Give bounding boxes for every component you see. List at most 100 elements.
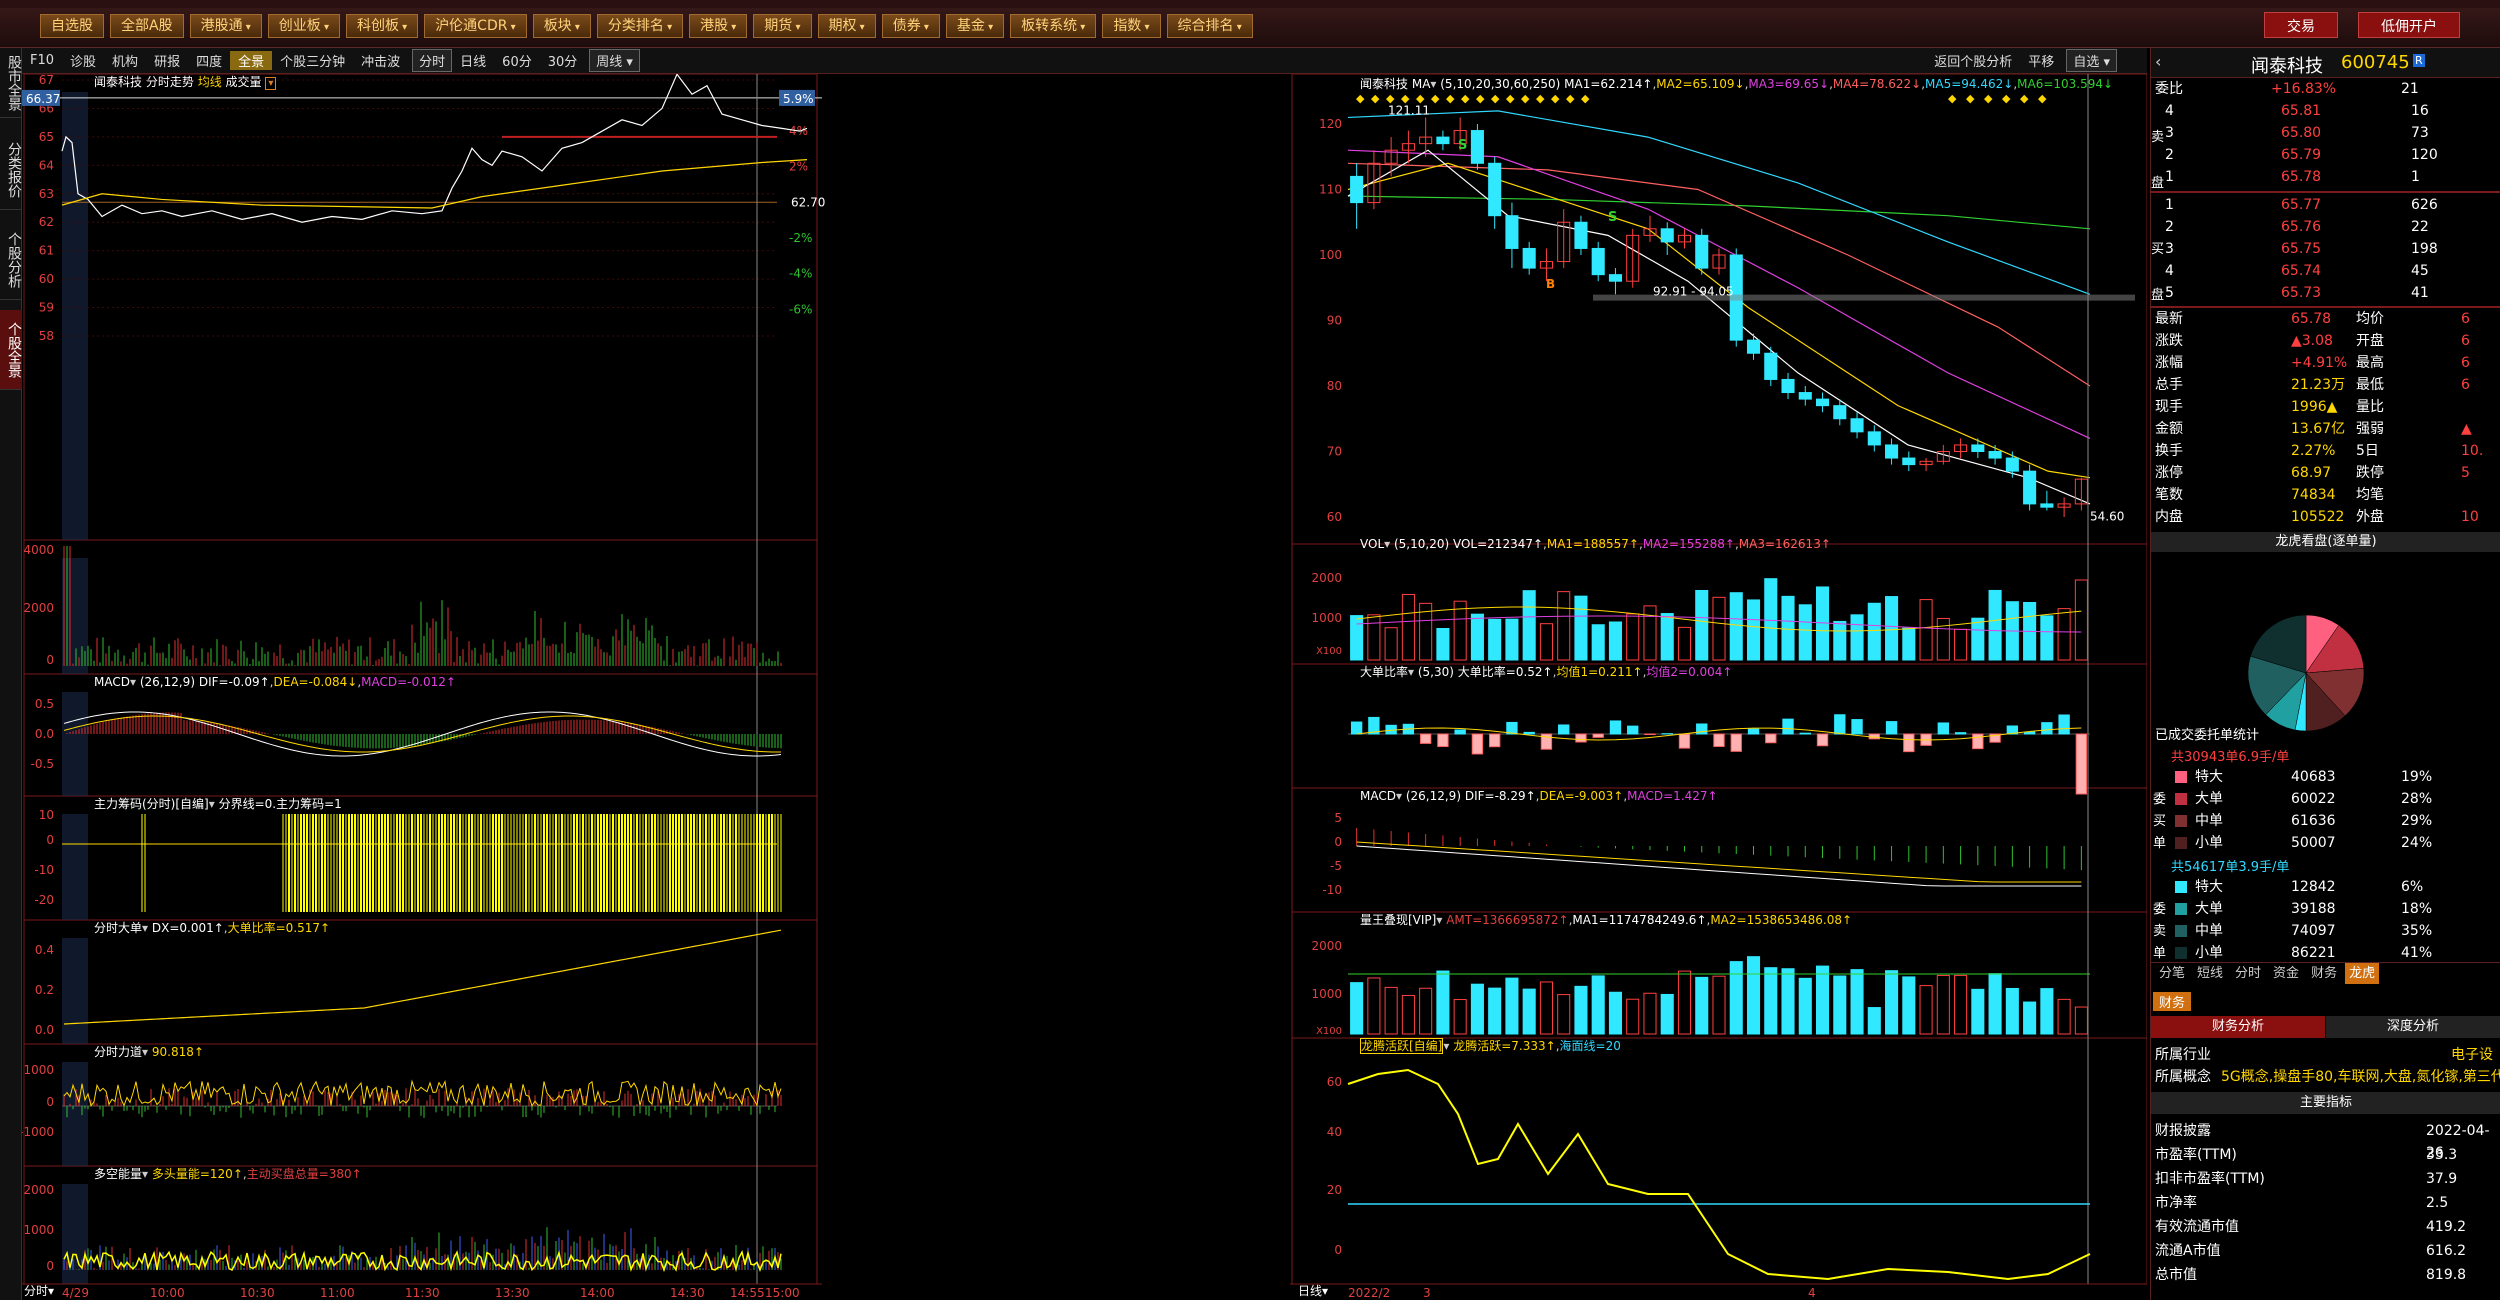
sell-total: 共54617单3.9手/单 <box>2171 860 2290 875</box>
ljdl-bar <box>1919 985 1933 1035</box>
zl-label[interactable]: 主力筹码(分时)[自编] <box>94 797 209 811</box>
back-to-analysis-link[interactable]: 返回个股分析 <box>1926 51 2020 70</box>
price-tick: 62 <box>39 215 54 229</box>
stat-row-0: 最新 65.78 均价 6 <box>2151 308 2500 330</box>
sidebar-tab-stock-panorama[interactable]: 个股全景 <box>0 310 22 390</box>
ljdl-bar <box>1712 975 1726 1035</box>
dk-label[interactable]: 多空能量 <box>94 1167 142 1181</box>
tab-impact-wave[interactable]: 冲击波 <box>353 51 408 70</box>
panel-frame-0 <box>23 74 818 541</box>
vol-ma3: MA3=162613↑ <box>1738 537 1831 551</box>
buy-stat-value: 61636 <box>2291 813 2336 829</box>
ljdl-bar <box>2074 1006 2088 1035</box>
ddbl-bar <box>1954 732 1967 735</box>
sidebar-tab-stock-analysis[interactable]: 个股分析 <box>0 220 22 300</box>
lthy-label[interactable]: 龙腾活跃[自编] <box>1360 1038 1444 1054</box>
menu-item-0[interactable]: 自选股 <box>40 14 104 38</box>
quote-tab-4[interactable]: 财务 <box>2307 963 2341 984</box>
watchlist-dropdown[interactable]: 自选 ▾ <box>2066 49 2117 72</box>
sell-stat-label: 小单 <box>2195 945 2223 961</box>
candle-body <box>1350 175 1364 204</box>
menu-item-7[interactable]: 分类排名 <box>596 14 684 38</box>
menu-item-2[interactable]: 港股通 <box>189 14 262 38</box>
fin-subtab-1[interactable]: 深度分析 <box>2326 1016 2500 1038</box>
menu-item-6[interactable]: 板块 <box>532 14 591 38</box>
ddbl-label[interactable]: 大单比率 <box>1360 665 1408 679</box>
stat-row-3: 总手 21.23万 最低 6 <box>2151 374 2500 396</box>
quote-tab-5[interactable]: 龙虎 <box>2345 963 2380 984</box>
dd-tick: 0.4 <box>35 943 54 957</box>
kline-stock-name: 闻泰科技 <box>1360 77 1409 91</box>
tab-report[interactable]: 研报 <box>146 51 188 70</box>
stat-label: 总手 <box>2155 377 2183 393</box>
tab-institution[interactable]: 机构 <box>104 51 146 70</box>
menu-item-1[interactable]: 全部A股 <box>110 14 184 38</box>
stat-label-2: 强弱 <box>2356 421 2384 437</box>
ddbl-header: 大单比率▾ (5,30) 大单比率=0.52↑,均值1=0.211↑,均值2=0… <box>1360 665 1733 679</box>
menu-item-10[interactable]: 期权 <box>817 14 876 38</box>
macd2-label[interactable]: MACD <box>1360 789 1396 803</box>
kline-price-tick: 110 <box>1319 183 1342 197</box>
buy-level-2: 3 65.75 198 <box>2151 238 2500 260</box>
period-60min[interactable]: 60分 <box>494 51 540 70</box>
ddbl-bar <box>1747 728 1760 735</box>
fin-subtab-0[interactable]: 财务分析 <box>2151 1016 2325 1038</box>
menu-item-11[interactable]: 债券 <box>881 14 940 38</box>
vol-label[interactable]: VOL <box>1360 537 1384 551</box>
app-window: 自选股全部A股港股通创业板科创板沪伦通CDR板块分类排名港股期货期权债券基金板转… <box>0 0 2500 1300</box>
stat-value-2: 6 <box>2461 333 2470 349</box>
ljdl-bar <box>1850 969 1864 1035</box>
menu-item-8[interactable]: 港股 <box>689 14 748 38</box>
menu-item-9[interactable]: 期货 <box>753 14 812 38</box>
back-icon[interactable]: ‹ <box>2155 52 2161 71</box>
open-account-button[interactable]: 低佣开户 <box>2358 12 2460 38</box>
buy-stat-value: 50007 <box>2291 835 2336 851</box>
kline-ma-label[interactable]: MA <box>1412 77 1431 91</box>
kline-axis-button[interactable]: 日线▾ <box>1298 1282 1328 1299</box>
fin-label: 流通A市值 <box>2155 1243 2221 1259</box>
intraday-axis-button[interactable]: 分时▾ <box>24 1282 54 1299</box>
menu-item-5[interactable]: 沪伦通CDR <box>424 14 527 38</box>
sidebar-tab-category-quote[interactable]: 分类报价 <box>0 130 22 210</box>
period-daily[interactable]: 日线 <box>452 51 494 70</box>
menu-item-15[interactable]: 综合排名 <box>1166 14 1253 38</box>
macd-dif: DIF=-0.09↑ <box>198 675 270 689</box>
tab-f10[interactable]: F10 <box>22 53 62 68</box>
macd-macd: MACD=-0.012↑ <box>361 675 456 689</box>
tab-four-degree[interactable]: 四度 <box>188 51 230 70</box>
ld-label[interactable]: 分时力道 <box>94 1045 142 1059</box>
fin-tab[interactable]: 财务 <box>2153 992 2192 1011</box>
ddbl-params: (5,30) <box>1417 665 1454 679</box>
period-dropdown[interactable]: 周线 ▾ <box>589 49 640 72</box>
menu-item-13[interactable]: 板转系统 <box>1010 14 1097 38</box>
menu-item-4[interactable]: 科创板 <box>345 14 419 38</box>
buy-stat-pct: 29% <box>2401 813 2433 829</box>
menu-item-14[interactable]: 指数 <box>1102 14 1161 38</box>
trade-button[interactable]: 交易 <box>2264 12 2338 38</box>
quote-tab-2[interactable]: 分时 <box>2231 963 2265 984</box>
quote-tab-1[interactable]: 短线 <box>2193 963 2227 984</box>
ljdl-label[interactable]: 量王叠现[VIP] <box>1360 913 1436 927</box>
candle-body <box>2040 503 2054 508</box>
sidebar-tab-market-overview[interactable]: 股市全景 <box>0 48 22 118</box>
period-30min[interactable]: 30分 <box>540 51 586 70</box>
ddbl-bar <box>1834 714 1846 735</box>
kvol-bar <box>2057 608 2071 661</box>
tab-three-min[interactable]: 个股三分钟 <box>272 51 353 70</box>
macd-label[interactable]: MACD <box>94 675 130 689</box>
stat-label: 涨幅 <box>2155 355 2183 371</box>
sell-qty: 16 <box>2411 103 2429 119</box>
period-intraday[interactable]: 分时 <box>412 49 453 72</box>
tab-diagnose[interactable]: 诊股 <box>62 51 104 70</box>
pan-button[interactable]: 平移 <box>2020 51 2062 70</box>
dd-tick: 0.0 <box>35 1023 54 1037</box>
tab-panorama[interactable]: 全景 <box>230 51 273 70</box>
menu-item-3[interactable]: 创业板 <box>267 14 340 38</box>
menu-item-12[interactable]: 基金 <box>945 14 1005 38</box>
quote-tab-3[interactable]: 资金 <box>2269 963 2303 984</box>
webi-row: 委比 +16.83% 21 <box>2151 78 2500 100</box>
pct-tick: -6% <box>789 302 812 316</box>
dk-tick: 1000 <box>23 1223 54 1237</box>
quote-tab-0[interactable]: 分笔 <box>2155 963 2189 984</box>
dd-label[interactable]: 分时大单 <box>94 921 142 935</box>
